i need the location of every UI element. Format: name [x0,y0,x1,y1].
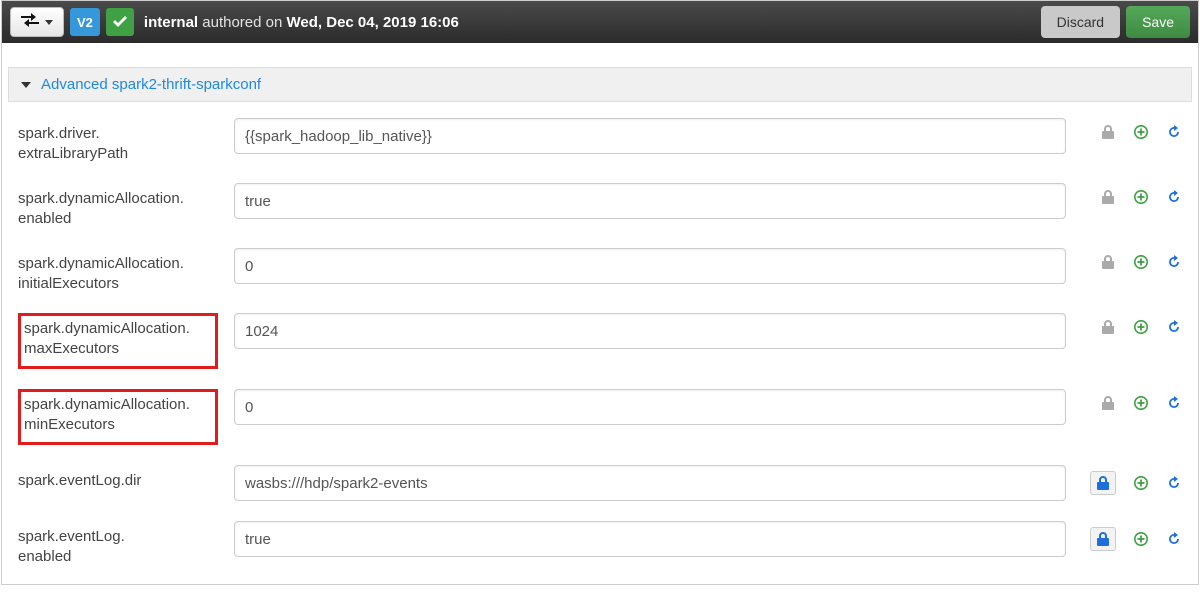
override-icon[interactable] [1134,476,1148,490]
property-input[interactable] [234,248,1066,284]
property-label: spark.dynamicAllocation.enabled [18,183,218,228]
config-row: spark.eventLog.enabled [8,511,1192,576]
lock-icon[interactable] [1100,124,1116,140]
reset-icon[interactable] [1166,254,1182,270]
override-icon[interactable] [1134,255,1148,269]
config-row: spark.dynamicAllocation.initialExecutors [8,238,1192,303]
lock-icon[interactable] [1090,527,1116,551]
reset-icon[interactable] [1166,531,1182,547]
property-input[interactable] [234,465,1066,501]
lock-icon[interactable] [1100,254,1116,270]
status-check-icon [106,8,134,36]
revisions-menu-button[interactable] [10,7,64,37]
config-row: spark.eventLog.dir [8,455,1192,511]
save-button[interactable]: Save [1126,6,1190,38]
discard-button[interactable]: Discard [1041,6,1120,38]
override-icon[interactable] [1134,532,1148,546]
collapse-icon[interactable] [21,82,31,88]
config-row: spark.dynamicAllocation.maxExecutors [8,303,1192,379]
reset-icon[interactable] [1166,124,1182,140]
config-row: spark.dynamicAllocation.minExecutors [8,379,1192,455]
row-actions [1082,389,1182,411]
config-row: spark.dynamicAllocation.enabled [8,173,1192,238]
property-label: spark.dynamicAllocation.minExecutors [18,389,218,445]
reset-icon[interactable] [1166,319,1182,335]
reset-icon[interactable] [1166,395,1182,411]
section-header[interactable]: Advanced spark2-thrift-sparkconf [8,67,1192,102]
row-actions [1082,183,1182,205]
version-badge: V2 [70,8,100,36]
top-bar: V2 internal authored on Wed, Dec 04, 201… [2,1,1198,43]
lock-icon[interactable] [1100,395,1116,411]
property-label: spark.eventLog.dir [18,465,218,491]
override-icon[interactable] [1134,396,1148,410]
property-label: spark.eventLog.enabled [18,521,218,566]
section-title[interactable]: Advanced spark2-thrift-sparkconf [41,76,261,93]
row-actions [1082,521,1182,551]
override-icon[interactable] [1134,320,1148,334]
property-input[interactable] [234,118,1066,154]
property-input[interactable] [234,313,1066,349]
config-rows: spark.driver.extraLibraryPath spark.dynam… [2,102,1198,584]
override-icon[interactable] [1134,190,1148,204]
config-row: spark.driver.extraLibraryPath [8,108,1192,173]
reset-icon[interactable] [1166,189,1182,205]
reset-icon[interactable] [1166,475,1182,491]
property-label: spark.dynamicAllocation.initialExecutors [18,248,218,293]
override-icon[interactable] [1134,125,1148,139]
chevron-down-icon [45,20,53,25]
lock-icon[interactable] [1090,471,1116,495]
lock-icon[interactable] [1100,189,1116,205]
property-label: spark.driver.extraLibraryPath [18,118,218,163]
authored-label: authored on [202,14,282,31]
property-input[interactable] [234,183,1066,219]
property-input[interactable] [234,389,1066,425]
row-actions [1082,465,1182,495]
property-input[interactable] [234,521,1066,557]
row-actions [1082,248,1182,270]
lock-icon[interactable] [1100,319,1116,335]
row-actions [1082,118,1182,140]
property-label: spark.dynamicAllocation.maxExecutors [18,313,218,369]
revision-info: internal authored on Wed, Dec 04, 2019 1… [144,14,459,31]
authored-date: Wed, Dec 04, 2019 16:06 [287,14,459,31]
row-actions [1082,313,1182,335]
compare-icon [21,13,39,32]
author-name: internal [144,14,198,31]
